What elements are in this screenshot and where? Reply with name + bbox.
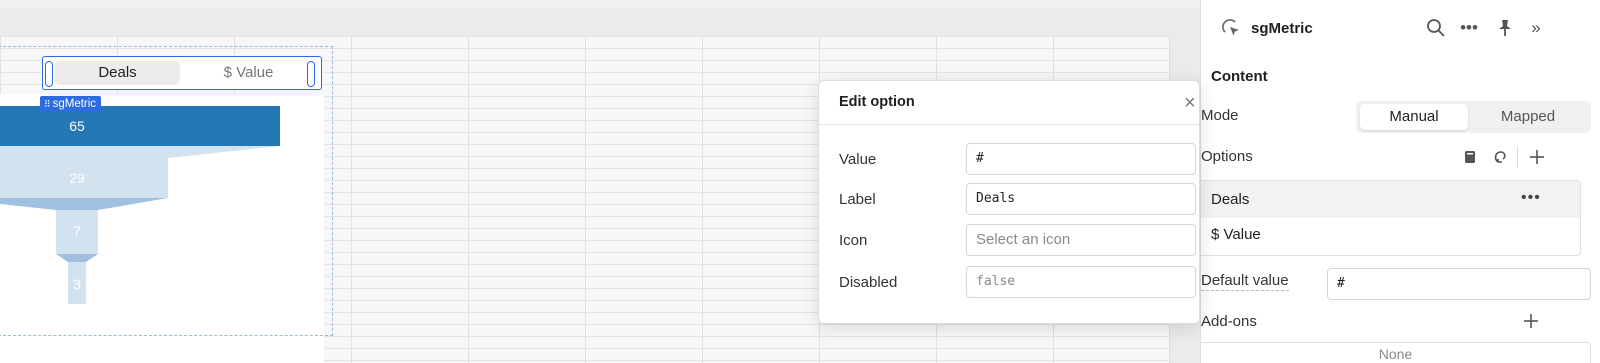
value-label: Value — [839, 151, 877, 168]
cursor-select-icon — [1222, 19, 1239, 36]
popover-title: Edit option — [839, 94, 915, 110]
disabled-input[interactable]: false — [966, 266, 1196, 298]
icon-row: Icon Select an icon — [839, 224, 1199, 258]
collapse-panel-icon[interactable]: » — [1526, 18, 1546, 38]
inspector-header: sgMetric ••• » — [1201, 0, 1600, 56]
popover-header: Edit option × — [819, 81, 1199, 125]
icon-label: Icon — [839, 232, 868, 249]
funnel-value-1: 65 — [69, 118, 85, 134]
value-row: Value # — [839, 143, 1199, 177]
mode-segmented-control[interactable]: Manual Mapped — [1356, 101, 1591, 133]
undo-icon[interactable] — [1492, 149, 1508, 165]
funnel-connector-1 — [0, 146, 280, 158]
edit-option-popover: Edit option × Value # Label Deals Icon S… — [818, 80, 1200, 324]
section-content-title[interactable]: Content — [1211, 68, 1268, 85]
options-label: Options — [1201, 148, 1253, 165]
component-name[interactable]: sgMetric — [1251, 20, 1313, 37]
drag-grip-icon[interactable]: ⠿ — [44, 99, 51, 109]
icon-select[interactable]: Select an icon — [966, 224, 1196, 256]
mode-option-mapped[interactable]: Mapped — [1472, 104, 1584, 130]
label-label: Label — [839, 191, 876, 208]
option-label-deals: Deals — [1211, 191, 1250, 208]
funnel-value-2: 29 — [69, 170, 85, 186]
search-icon[interactable] — [1426, 18, 1446, 38]
more-options-icon[interactable]: ••• — [1459, 18, 1479, 38]
close-icon[interactable]: × — [1184, 93, 1196, 113]
funnel-chart — [0, 106, 280, 304]
component-tag[interactable]: ⠿ sgMetric — [40, 96, 102, 112]
funnel-stage-1 — [0, 106, 280, 146]
label-row: Label Deals — [839, 183, 1199, 217]
addons-label: Add-ons — [1201, 313, 1257, 330]
inspector-panel: sgMetric ••• » Content Mode Manual Mappe… — [1200, 0, 1600, 363]
addons-empty-state[interactable]: None — [1201, 342, 1591, 363]
default-value-label: Default value — [1201, 272, 1289, 291]
default-value-input[interactable]: # — [1327, 268, 1591, 300]
label-input[interactable]: Deals — [966, 183, 1196, 215]
canvas-top-strip — [0, 0, 1200, 8]
funnel-value-3: 7 — [73, 223, 81, 239]
resize-handle-right[interactable] — [307, 61, 315, 87]
funnel-connector-2 — [0, 198, 168, 210]
options-list: Deals ••• $ Value — [1201, 180, 1581, 256]
toggle-option-value[interactable]: $ Value — [186, 61, 311, 85]
funnel-value-4: 3 — [73, 276, 81, 292]
pin-icon[interactable] — [1495, 18, 1515, 38]
component-tag-label: sgMetric — [52, 98, 97, 110]
toolbar-divider — [1517, 146, 1518, 168]
add-option-icon[interactable] — [1528, 148, 1546, 166]
segmented-toggle[interactable]: Deals $ Value — [42, 56, 322, 90]
toggle-option-deals[interactable]: Deals — [55, 61, 180, 85]
disabled-row: Disabled false — [839, 266, 1199, 300]
add-addon-icon[interactable] — [1522, 312, 1540, 330]
mode-option-manual[interactable]: Manual — [1360, 104, 1468, 130]
book-icon[interactable] — [1462, 149, 1478, 165]
disabled-label: Disabled — [839, 274, 898, 291]
funnel-connector-3 — [56, 254, 98, 262]
option-label-value[interactable]: $ Value — [1211, 226, 1261, 243]
list-item[interactable]: Deals ••• — [1201, 181, 1580, 218]
option-more-icon[interactable]: ••• — [1521, 189, 1541, 207]
value-input[interactable]: # — [966, 143, 1196, 175]
resize-handle-left[interactable] — [45, 61, 53, 87]
mode-label: Mode — [1201, 107, 1239, 124]
